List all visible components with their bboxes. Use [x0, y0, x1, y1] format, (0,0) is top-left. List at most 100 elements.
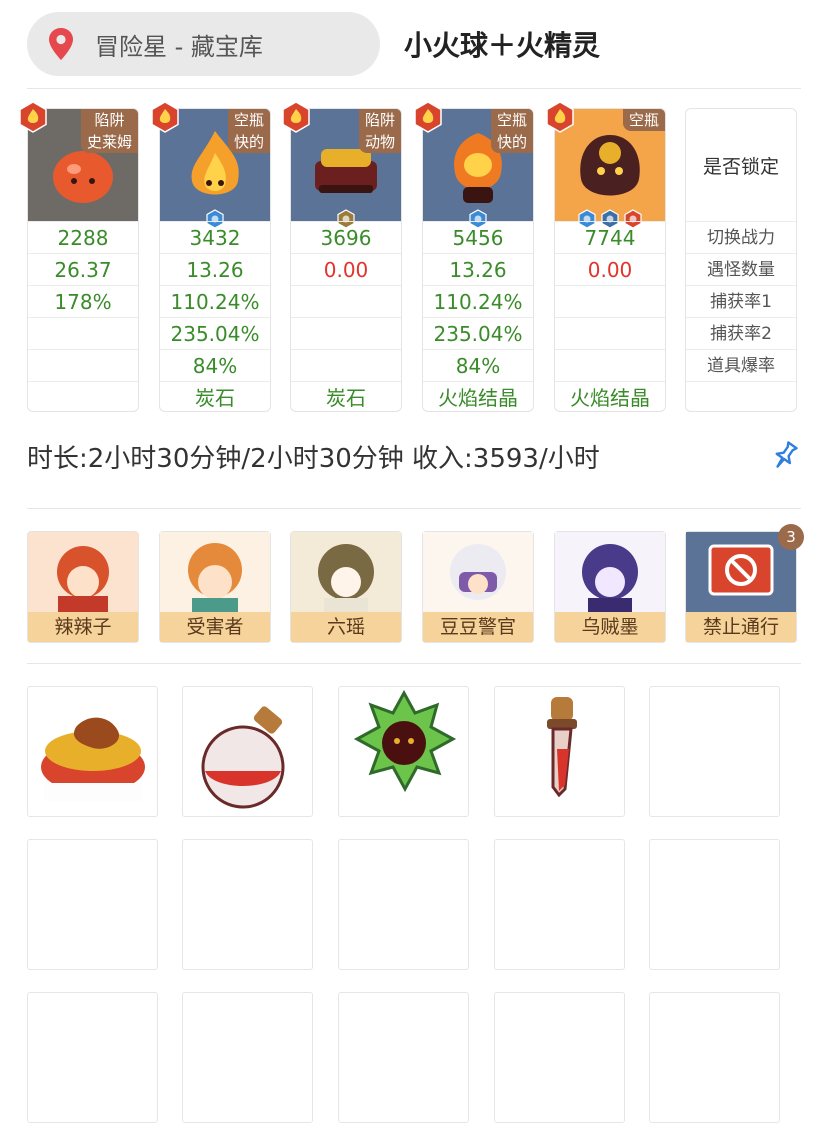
- empty-item-slot[interactable]: [649, 686, 780, 817]
- monster-stat: [555, 285, 665, 317]
- npc-card[interactable]: 受害者: [159, 531, 271, 643]
- empty-item-slot[interactable]: [182, 992, 313, 1123]
- divider: [27, 663, 801, 664]
- npc-name: 受害者: [160, 612, 270, 642]
- monster-stat: 火焰结晶: [423, 381, 533, 413]
- monster-stat: 炭石: [291, 381, 401, 413]
- npc-name: 辣辣子: [28, 612, 138, 642]
- monster-stat: 110.24%: [423, 285, 533, 317]
- monster-stat: 0.00: [555, 253, 665, 285]
- fire-element-icon: [282, 101, 310, 133]
- empty-item-slot[interactable]: [182, 839, 313, 970]
- npc-art: [555, 532, 665, 612]
- monster-card[interactable]: 空瓶 快的 5456 13.26 110.24% 235.04% 84% 火焰结晶: [414, 101, 534, 413]
- monster-stat: [555, 317, 665, 349]
- monster-stat: [291, 285, 401, 317]
- row-label: 遇怪数量: [686, 253, 796, 285]
- npc-card[interactable]: 辣辣子: [27, 531, 139, 643]
- monster-stat: 火焰结晶: [555, 381, 665, 413]
- monster-stat: 2288: [28, 221, 138, 253]
- npc-portrait: [160, 532, 270, 612]
- npc-portrait: [555, 532, 665, 612]
- monster-stat: 84%: [160, 349, 270, 381]
- npc-art: [291, 532, 401, 612]
- empty-item-slot[interactable]: [494, 992, 625, 1123]
- row-label: 切换战力: [686, 221, 796, 253]
- red-potion-flask-icon: [201, 706, 285, 809]
- lock-label[interactable]: 是否锁定: [686, 109, 796, 221]
- monster-stat: 110.24%: [160, 285, 270, 317]
- npc-art: [28, 532, 138, 612]
- monster-stat: 235.04%: [423, 317, 533, 349]
- location-text: 冒险星 - 藏宝库: [95, 32, 263, 61]
- fire-element-icon: [546, 101, 574, 133]
- team-title: 小火球＋火精灵: [404, 29, 601, 62]
- npc-art: [423, 532, 533, 612]
- item-slot[interactable]: [27, 686, 158, 817]
- empty-item-slot[interactable]: [649, 992, 780, 1123]
- empty-item-slot[interactable]: [27, 839, 158, 970]
- npc-name: 六瑶: [291, 612, 401, 642]
- empty-item-slot[interactable]: [649, 839, 780, 970]
- monster-stat: 13.26: [423, 253, 533, 285]
- monster-stat: 178%: [28, 285, 138, 317]
- monster-stat: [555, 349, 665, 381]
- location-pin-icon: [49, 28, 73, 60]
- monster-stat: 7744: [555, 221, 665, 253]
- npc-name: 豆豆警官: [423, 612, 533, 642]
- monster-stat: 0.00: [291, 253, 401, 285]
- npc-card[interactable]: 豆豆警官: [422, 531, 534, 643]
- npc-art: [160, 532, 270, 612]
- empty-item-slot[interactable]: [27, 992, 158, 1123]
- monster-stat: 5456: [423, 221, 533, 253]
- monster-tag: 陷阱 动物: [358, 109, 401, 153]
- count-badge: 3: [778, 524, 804, 550]
- npc-portrait: [28, 532, 138, 612]
- red-dropper-icon: [547, 697, 577, 798]
- monster-card[interactable]: 陷阱 动物 3696 0.00 炭石: [282, 101, 402, 413]
- row-label-column: 是否锁定 切换战力 遇怪数量 捕获率1 捕获率2 道具爆率: [685, 108, 797, 412]
- monster-stat: [28, 349, 138, 381]
- row-label-empty: [686, 381, 796, 413]
- fire-element-icon: [414, 101, 442, 133]
- monster-stat: [291, 317, 401, 349]
- green-flower-orb-icon: [353, 689, 457, 793]
- monster-stat: 84%: [423, 349, 533, 381]
- location-selector[interactable]: 冒险星 - 藏宝库: [27, 12, 380, 76]
- divider: [27, 88, 801, 89]
- summary-text: 时长:2小时30分钟/2小时30分钟 收入:3593/小时: [27, 444, 600, 474]
- empty-item-slot[interactable]: [494, 839, 625, 970]
- row-label: 捕获率1: [686, 285, 796, 317]
- empty-item-slot[interactable]: [338, 839, 469, 970]
- pin-icon[interactable]: [770, 440, 800, 472]
- item-slot[interactable]: [338, 686, 469, 817]
- fried-chicken-bowl-icon: [41, 717, 145, 801]
- item-slot[interactable]: [494, 686, 625, 817]
- monster-card[interactable]: 空瓶 7744 0.00 火焰结晶: [546, 101, 666, 413]
- monster-stat: 3432: [160, 221, 270, 253]
- monster-card[interactable]: 空瓶 快的 3432 13.26 110.24% 235.04% 84% 炭石: [151, 101, 271, 413]
- divider: [27, 508, 801, 509]
- monster-stat: 235.04%: [160, 317, 270, 349]
- npc-portrait: [291, 532, 401, 612]
- monster-stat: [291, 349, 401, 381]
- monster-stat: 26.37: [28, 253, 138, 285]
- monster-tag: 空瓶 快的: [490, 109, 533, 153]
- npc-card[interactable]: 六瑶: [290, 531, 402, 643]
- npc-card[interactable]: 乌贼墨: [554, 531, 666, 643]
- row-label: 道具爆率: [686, 349, 796, 381]
- monster-tag: 陷阱 史莱姆: [80, 109, 138, 153]
- npc-card[interactable]: 禁止通行 3: [685, 524, 804, 643]
- npc-portrait: [423, 532, 533, 612]
- monster-tag: 空瓶 快的: [227, 109, 270, 153]
- empty-item-slot[interactable]: [338, 992, 469, 1123]
- monster-stat: 13.26: [160, 253, 270, 285]
- monster-stat: [28, 317, 138, 349]
- row-label: 捕获率2: [686, 317, 796, 349]
- fire-element-icon: [19, 101, 47, 133]
- monster-stat: 3696: [291, 221, 401, 253]
- monster-stat: 炭石: [160, 381, 270, 413]
- monster-card[interactable]: 陷阱 史莱姆 2288 26.37 178%: [19, 101, 139, 412]
- item-slot[interactable]: [182, 686, 313, 817]
- fire-element-icon: [151, 101, 179, 133]
